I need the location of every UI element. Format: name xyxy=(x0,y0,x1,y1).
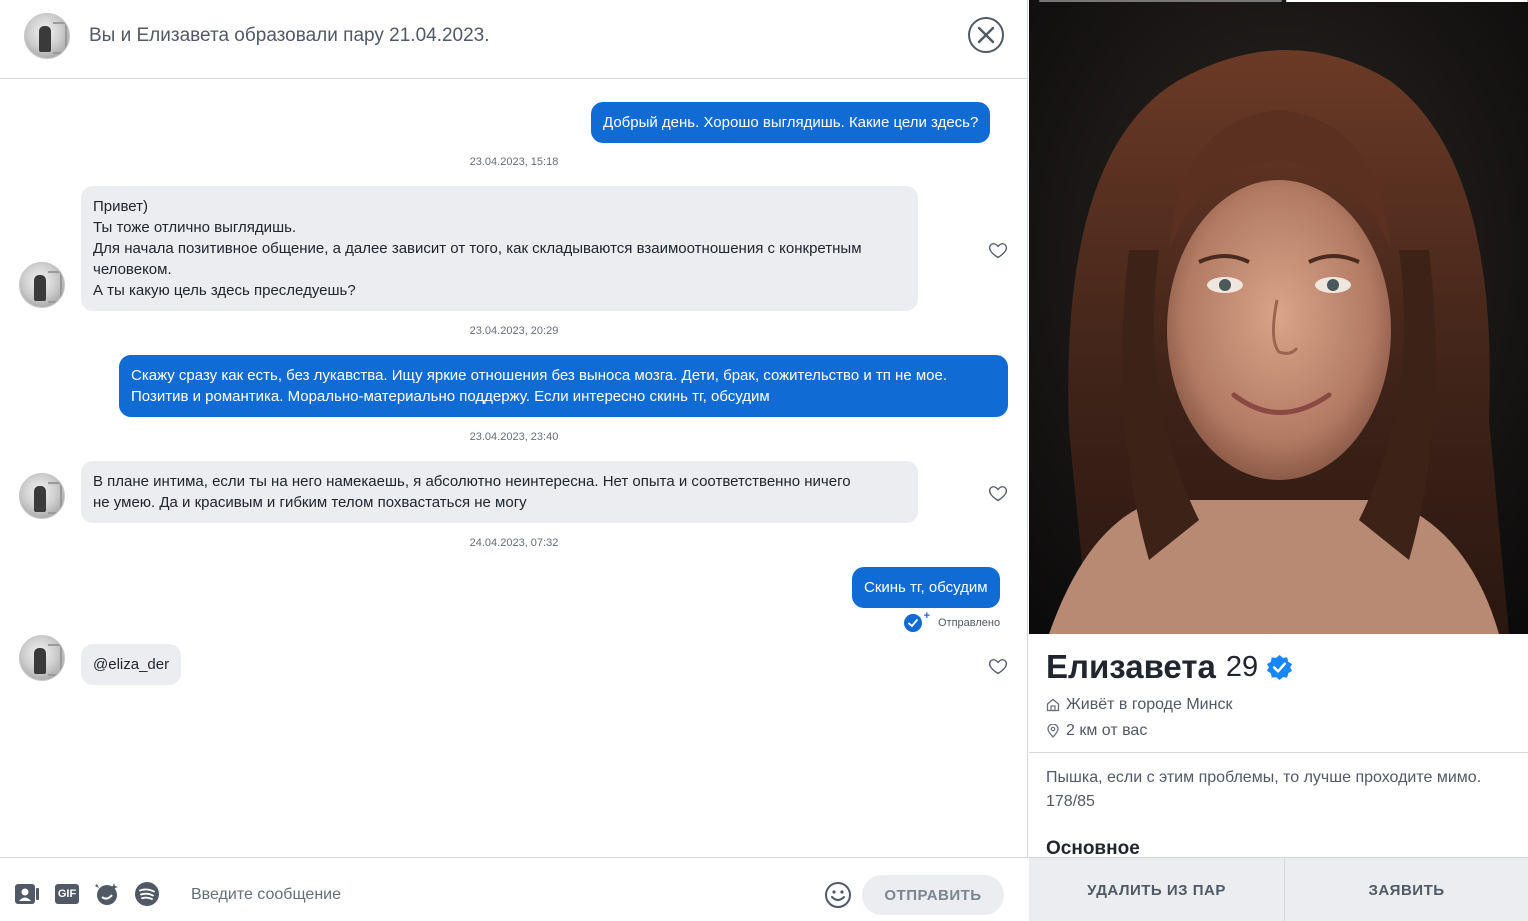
message-text: Ты тоже отлично выглядишь. xyxy=(93,219,297,236)
profile-age: 29 xyxy=(1225,650,1259,683)
photo-indicator-active[interactable] xyxy=(1285,0,1528,2)
profile-distance-row: 2 км от вас xyxy=(1046,722,1147,740)
message-bubble-sent[interactable]: Скажу сразу как есть, без лукавства. Ищу… xyxy=(119,355,1008,417)
message-text: А ты какую цель здесь преследуешь? xyxy=(93,282,356,299)
profile-city: Живёт в городе Минск xyxy=(1066,696,1233,713)
profile-location-row: Живёт в городе Минск xyxy=(1046,696,1232,714)
photo-pagination xyxy=(1039,0,1528,2)
match-avatar[interactable] xyxy=(24,13,70,59)
location-pin-icon xyxy=(1047,724,1059,738)
close-icon xyxy=(977,26,995,44)
message-bubble-sent[interactable]: Добрый день. Хорошо выглядишь. Какие цел… xyxy=(591,102,991,143)
verified-badge-icon xyxy=(1267,654,1293,680)
message-timestamp: 23.04.2023, 23:40 xyxy=(469,431,559,443)
profile-photo[interactable] xyxy=(1029,0,1528,634)
report-button[interactable]: ЗАЯВИТЬ xyxy=(1285,858,1528,921)
contact-card-icon[interactable] xyxy=(14,881,40,907)
match-banner-text: Вы и Елизавета образовали пару 21.04.202… xyxy=(89,25,490,46)
divider xyxy=(1029,752,1528,753)
message-text: Добрый день. Хорошо выглядишь. Какие цел… xyxy=(603,114,979,131)
bio-text: Пышка, если с этим проблемы, то лучше пр… xyxy=(1046,769,1482,786)
unmatch-button[interactable]: УДАЛИТЬ ИЗ ПАР xyxy=(1029,858,1285,921)
bio-text: 178/85 xyxy=(1046,793,1095,810)
message-text: человеком. xyxy=(93,261,172,278)
sticker-icon[interactable] xyxy=(94,881,120,907)
message-bubble-received[interactable]: Привет) Ты тоже отлично выглядишь. Для н… xyxy=(81,186,918,311)
sent-check-icon xyxy=(904,610,930,632)
chat-panel: Вы и Елизавета образовали пару 21.04.202… xyxy=(0,0,1028,921)
close-chat-button[interactable] xyxy=(968,17,1004,53)
message-text: Позитив и романтика. Морально-материальн… xyxy=(131,388,770,405)
sender-avatar[interactable] xyxy=(19,262,65,308)
message-timestamp: 24.04.2023, 07:32 xyxy=(469,537,559,549)
profile-actions: УДАЛИТЬ ИЗ ПАР ЗАЯВИТЬ xyxy=(1029,857,1528,921)
profile-name: Елизавета xyxy=(1046,648,1216,685)
message-composer: GIF ОТПРАВИТЬ xyxy=(0,857,1028,921)
spotify-icon[interactable] xyxy=(134,881,160,907)
message-timestamp: 23.04.2023, 15:18 xyxy=(469,156,559,168)
photo-indicator[interactable] xyxy=(1039,0,1282,2)
chat-header: Вы и Елизавета образовали пару 21.04.202… xyxy=(0,0,1028,79)
profile-panel: Елизавета 29 Живёт в городе Минск 2 км о… xyxy=(1029,0,1528,921)
like-heart-icon[interactable] xyxy=(988,483,1008,503)
profile-distance: 2 км от вас xyxy=(1066,722,1148,739)
send-button[interactable]: ОТПРАВИТЬ xyxy=(862,875,1004,915)
gif-label: GIF xyxy=(54,884,80,904)
message-bubble-received[interactable]: @eliza_der xyxy=(81,644,182,685)
sender-avatar[interactable] xyxy=(19,473,65,519)
profile-bio: Пышка, если с этим проблемы, то лучше пр… xyxy=(1046,766,1516,814)
message-text: @eliza_der xyxy=(93,656,170,673)
like-heart-icon[interactable] xyxy=(988,656,1008,676)
profile-photo-image xyxy=(1029,0,1528,634)
profile-name-row: Елизавета 29 xyxy=(1046,648,1293,686)
message-text: Скинь тг, обсудим xyxy=(864,579,988,596)
message-status: Отправлено xyxy=(904,610,1001,632)
sender-avatar[interactable] xyxy=(19,635,65,681)
house-icon xyxy=(1046,698,1060,712)
message-text: Привет) xyxy=(93,198,149,215)
message-status-text: Отправлено xyxy=(938,617,1001,629)
like-heart-icon[interactable] xyxy=(988,240,1008,260)
message-text: В плане интима, если ты на него намекаеш… xyxy=(93,473,851,490)
message-input[interactable] xyxy=(191,880,791,910)
message-timestamp: 23.04.2023, 20:29 xyxy=(469,325,559,337)
message-bubble-received[interactable]: В плане интима, если ты на него намекаеш… xyxy=(81,461,918,523)
message-text: не умею. Да и красивым и гибким телом по… xyxy=(93,494,527,511)
emoji-icon[interactable] xyxy=(824,881,852,909)
message-text: Скажу сразу как есть, без лукавства. Ищу… xyxy=(131,367,948,384)
message-text: Для начала позитивное общение, а далее з… xyxy=(93,240,862,257)
gif-icon[interactable]: GIF xyxy=(54,881,80,907)
message-bubble-sent[interactable]: Скинь тг, обсудим xyxy=(852,567,1000,608)
